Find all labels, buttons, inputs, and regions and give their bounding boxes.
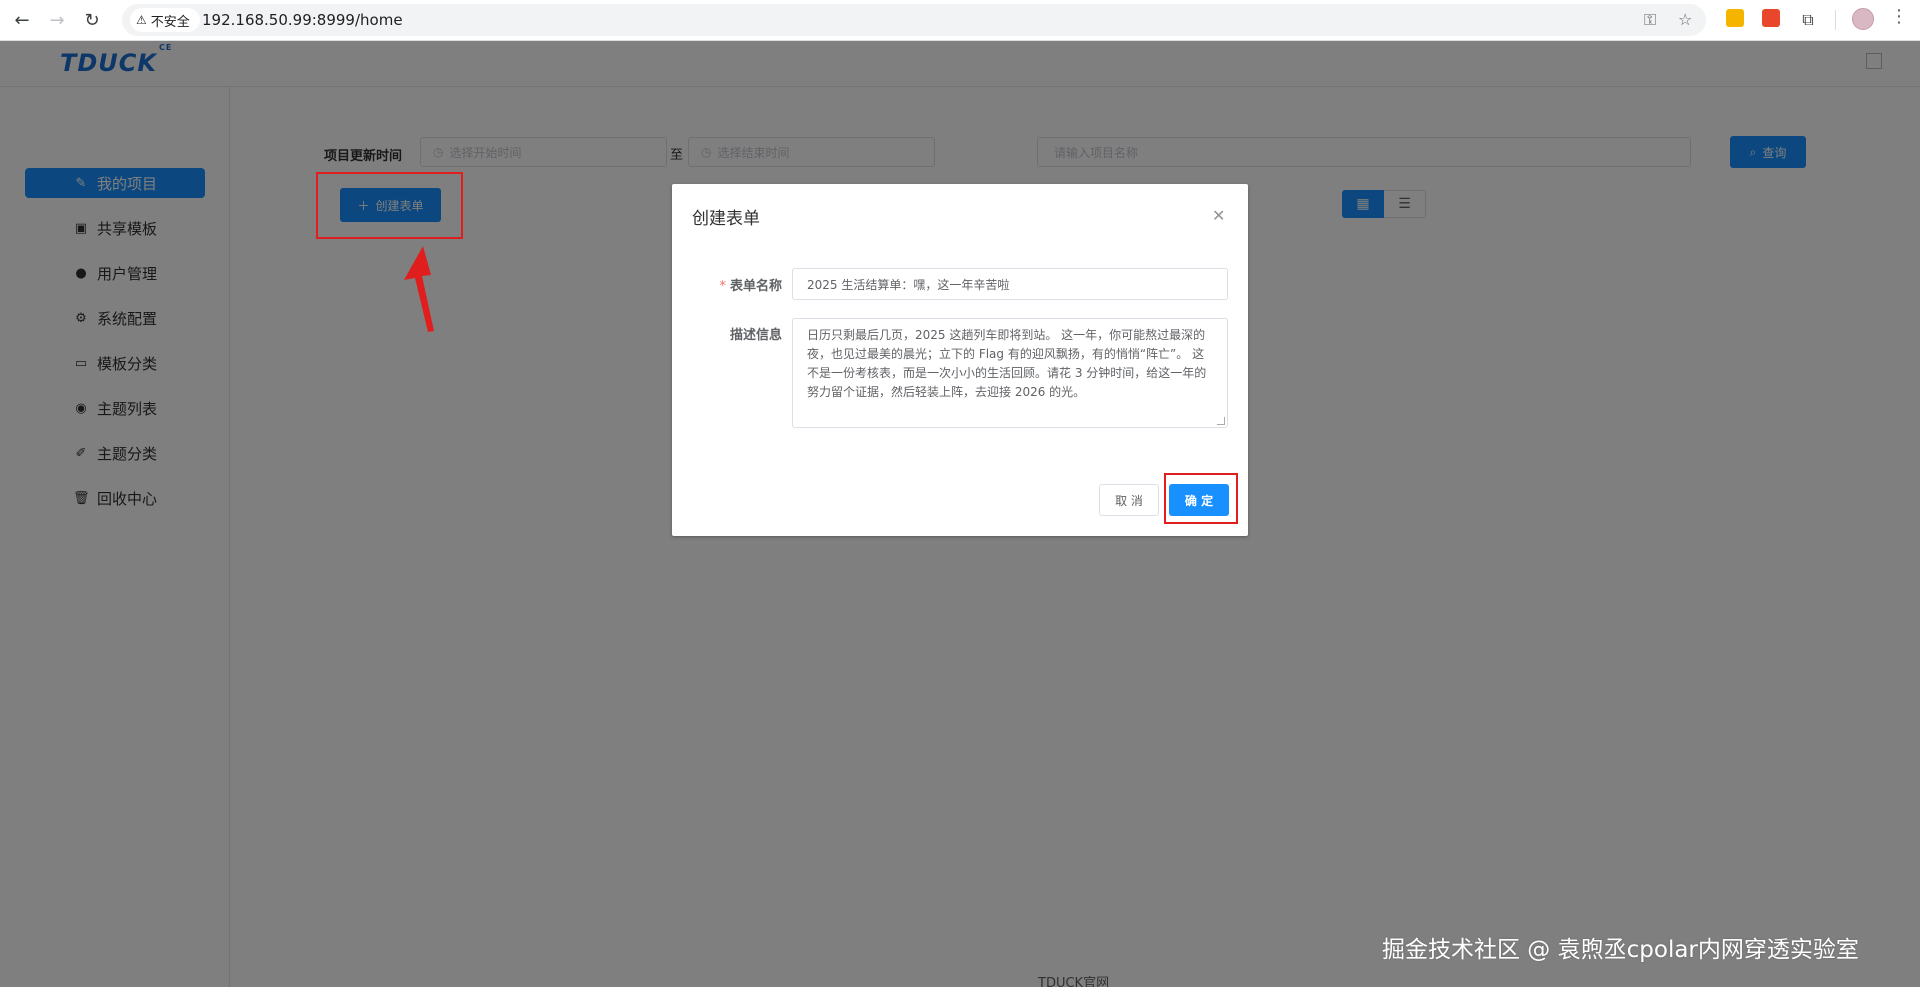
reload-icon[interactable]: ↻ — [78, 6, 106, 34]
extensions-puzzle-icon[interactable]: ⧉ — [1794, 6, 1822, 34]
cancel-button[interactable]: 取 消 — [1099, 484, 1159, 516]
forward-arrow-icon[interactable]: → — [43, 6, 71, 34]
form-desc-value: 日历只剩最后几页，2025 这趟列车即将到站。 这一年，你可能熬过最深的夜，也见… — [807, 328, 1207, 399]
more-menu-icon[interactable]: ⋮ — [1890, 6, 1908, 27]
security-chip[interactable]: ⚠ 不安全 — [130, 8, 200, 32]
browser-toolbar: ← → ↻ ⚠ 不安全 192.168.50.99:8999/home ⚿ ☆ … — [0, 0, 1920, 41]
warning-icon: ⚠ — [136, 13, 147, 27]
dialog-title: 创建表单 — [692, 209, 760, 229]
close-icon[interactable]: ✕ — [1212, 206, 1225, 225]
address-bar[interactable]: ⚠ 不安全 192.168.50.99:8999/home ⚿ ☆ — [122, 4, 1706, 36]
extension-red-icon[interactable] — [1762, 9, 1780, 27]
required-asterisk: * — [719, 279, 726, 294]
security-label: 不安全 — [150, 14, 190, 30]
resize-handle[interactable] — [1217, 417, 1225, 425]
form-name-label: * 表单名称 — [672, 275, 782, 294]
url-text: 192.168.50.99:8999/home — [202, 11, 403, 29]
back-arrow-icon[interactable]: ← — [8, 6, 36, 34]
annotation-arrow-icon — [404, 246, 434, 332]
toolbar-divider — [1835, 10, 1836, 30]
form-name-label-text: 表单名称 — [729, 279, 782, 294]
create-button-highlight — [316, 172, 463, 239]
key-icon[interactable]: ⚿ — [1644, 10, 1656, 30]
bookmark-star-icon[interactable]: ☆ — [1678, 10, 1692, 29]
form-desc-textarea[interactable]: 日历只剩最后几页，2025 这趟列车即将到站。 这一年，你可能熬过最深的夜，也见… — [792, 318, 1228, 428]
create-form-dialog: 创建表单 ✕ * 表单名称 2025 生活结算单：嘿，这一年辛苦啦 描述信息 日历… — [672, 184, 1248, 536]
confirm-button-highlight — [1164, 473, 1238, 524]
profile-avatar-icon[interactable] — [1852, 8, 1874, 30]
form-name-value: 2025 生活结算单：嘿，这一年辛苦啦 — [807, 277, 1010, 292]
extension-files-icon[interactable] — [1726, 9, 1744, 27]
form-name-input[interactable]: 2025 生活结算单：嘿，这一年辛苦啦 — [792, 268, 1228, 300]
form-desc-label: 描述信息 — [729, 328, 782, 343]
watermark-text: 掘金技术社区 @ 袁煦丞cpolar内网穿透实验室 — [1382, 937, 1859, 963]
